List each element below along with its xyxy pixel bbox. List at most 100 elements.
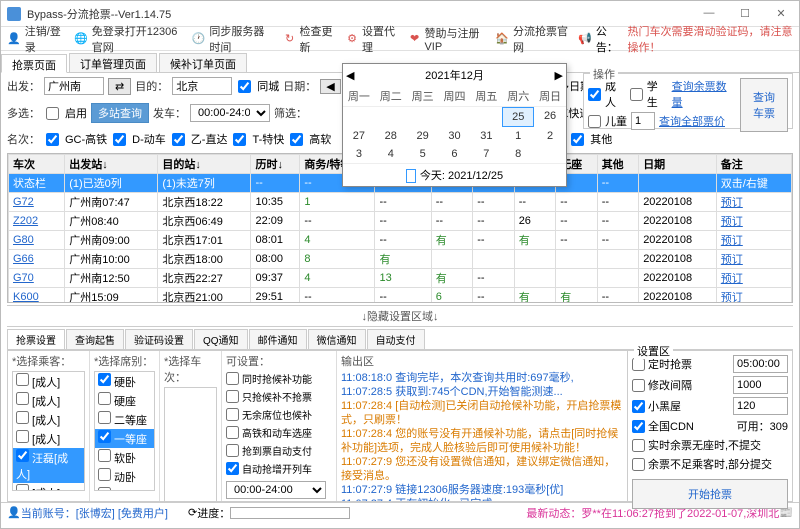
table-row[interactable]: G70广州南12:50北京西22:2709:37413有--20220108预订 xyxy=(9,269,792,288)
btab-1[interactable]: 查询起售 xyxy=(66,329,124,349)
cal-day[interactable] xyxy=(439,107,471,127)
cal-prev[interactable]: ◀ xyxy=(346,69,354,82)
option-item[interactable]: 抢到票自动支付 xyxy=(226,443,332,458)
tb-12306[interactable]: 免登录打开12306官网 xyxy=(92,23,182,55)
table-header[interactable]: 目的站↓ xyxy=(158,155,251,174)
cal-day[interactable]: 3 xyxy=(343,145,375,163)
cal-next[interactable]: ▶ xyxy=(555,69,563,82)
other2-check[interactable] xyxy=(571,133,584,146)
link-all-price[interactable]: 查询全部票价 xyxy=(659,113,725,129)
status-cell[interactable]: -- xyxy=(597,174,639,193)
t-check[interactable] xyxy=(233,133,246,146)
btab-3[interactable]: QQ通知 xyxy=(194,329,248,349)
cdn-check[interactable] xyxy=(632,420,645,433)
table-row[interactable]: K600广州15:09北京西21:0029:51----6--有有--20220… xyxy=(9,288,792,304)
option-item[interactable]: 自动抢增开列车 xyxy=(226,461,332,476)
seat-item[interactable]: 硬座 xyxy=(95,391,154,410)
status-cell[interactable]: -- xyxy=(251,174,300,193)
status-cell[interactable] xyxy=(639,174,717,193)
cal-day[interactable]: 29 xyxy=(407,127,439,145)
enable-check[interactable] xyxy=(46,107,59,120)
cal-day[interactable]: 30 xyxy=(439,127,471,145)
link-ticket-count[interactable]: 查询余票数量 xyxy=(672,78,734,110)
seat-item[interactable]: 无座 xyxy=(95,486,154,491)
tb-sync[interactable]: 同步服务器时间 xyxy=(209,23,273,55)
interval-input[interactable] xyxy=(733,376,788,394)
cal-day[interactable] xyxy=(534,145,566,163)
multi-query-button[interactable]: 多站查询 xyxy=(91,103,149,123)
cal-day[interactable] xyxy=(470,107,502,127)
passenger-list[interactable]: [成人] [成人] [成人] [成人] 汪磊[成人] [成人] [成人] xyxy=(12,371,85,491)
cal-day[interactable]: 4 xyxy=(375,145,407,163)
btab-4[interactable]: 邮件通知 xyxy=(249,329,307,349)
query-button[interactable]: 查询 车票 xyxy=(740,78,788,132)
option-item[interactable]: 高铁和动车选座 xyxy=(226,425,332,440)
remain-check[interactable] xyxy=(632,458,645,471)
child-count[interactable] xyxy=(631,112,655,130)
from-input[interactable] xyxy=(44,77,104,95)
close-button[interactable]: ✕ xyxy=(769,7,793,20)
swap-button[interactable]: ⇄ xyxy=(108,78,131,95)
opt-time[interactable]: 00:00-24:00 xyxy=(226,481,326,499)
table-header[interactable]: 其他 xyxy=(597,155,639,174)
seat-list[interactable]: 硬卧 硬座 二等座 一等座 软卧 动卧 无座 商务座 特等座 xyxy=(94,371,155,491)
tb-login[interactable]: 注销/登录 xyxy=(25,23,64,55)
cal-day[interactable]: 25 xyxy=(502,107,534,127)
z-check[interactable] xyxy=(172,133,185,146)
table-header[interactable]: 历时↓ xyxy=(251,155,300,174)
table-row[interactable]: Z202广州08:40北京西06:4922:09--------26----20… xyxy=(9,212,792,231)
depart-select[interactable]: 00:00-24:00 xyxy=(190,104,270,122)
cal-day[interactable] xyxy=(375,107,407,127)
seat-item[interactable]: 动卧 xyxy=(95,467,154,486)
d-check[interactable] xyxy=(113,133,126,146)
start-button[interactable]: 开始抢票 xyxy=(632,479,788,509)
maximize-button[interactable]: ☐ xyxy=(733,7,757,20)
tb-update[interactable]: 检查更新 xyxy=(299,23,336,55)
table-header[interactable]: 出发站↓ xyxy=(65,155,158,174)
cal-day[interactable]: 28 xyxy=(375,127,407,145)
timed-check[interactable] xyxy=(632,358,645,371)
cal-day[interactable]: 7 xyxy=(470,145,502,163)
table-row[interactable]: G66广州南10:00北京西18:0008:008有20220108预订 xyxy=(9,250,792,269)
interval-check[interactable] xyxy=(632,379,645,392)
seat-item[interactable]: 二等座 xyxy=(95,410,154,429)
cal-day[interactable]: 26 xyxy=(534,107,566,127)
option-item[interactable]: 无余席位也候补 xyxy=(226,407,332,422)
btab-5[interactable]: 微信通知 xyxy=(308,329,366,349)
table-row[interactable]: G80广州南09:00北京西17:0108:014--有--有----20220… xyxy=(9,231,792,250)
passenger-item[interactable]: [成人] xyxy=(13,483,84,491)
status-cell[interactable]: 双击/右键 xyxy=(716,174,791,193)
cal-day[interactable]: 5 xyxy=(407,145,439,163)
tb-vip[interactable]: 赞助与注册VIP xyxy=(424,25,485,53)
status-cell[interactable]: 状态栏 xyxy=(9,174,65,193)
status-cell[interactable]: (1)已选0列 xyxy=(65,174,158,193)
option-item[interactable]: 只抢候补不抢票 xyxy=(226,389,332,404)
passenger-item[interactable]: 汪磊[成人] xyxy=(13,448,84,483)
child-check[interactable] xyxy=(588,115,601,128)
to-input[interactable] xyxy=(172,77,232,95)
table-header[interactable]: 车次 xyxy=(9,155,65,174)
btab-2[interactable]: 验证码设置 xyxy=(125,329,193,349)
same-city-check[interactable] xyxy=(238,80,251,93)
blackroom-input[interactable] xyxy=(733,397,788,415)
cal-today[interactable]: 今天: 2021/12/25 xyxy=(420,170,503,182)
calendar-popup[interactable]: ◀ 2021年12月 ▶ 周一周二周三周四周五周六周日2526272829303… xyxy=(342,63,567,187)
minimize-button[interactable]: — xyxy=(697,7,721,20)
passenger-item[interactable]: [成人] xyxy=(13,372,84,391)
collapse-bar[interactable]: ↓隐藏设置区域↓ xyxy=(7,305,793,327)
cal-day[interactable]: 27 xyxy=(343,127,375,145)
table-header[interactable]: 日期 xyxy=(639,155,717,174)
seat-item[interactable]: 硬卧 xyxy=(95,372,154,391)
cal-day[interactable]: 2 xyxy=(534,127,566,145)
btab-0[interactable]: 抢票设置 xyxy=(7,329,65,349)
seat-item[interactable]: 一等座 xyxy=(95,429,154,448)
timed-input[interactable] xyxy=(733,355,788,373)
gr-check[interactable] xyxy=(290,133,303,146)
train-list[interactable] xyxy=(164,387,217,501)
seat-item[interactable]: 软卧 xyxy=(95,448,154,467)
status-cell[interactable]: (1)未选7列 xyxy=(158,174,251,193)
cal-day[interactable]: 6 xyxy=(439,145,471,163)
cal-day[interactable]: 8 xyxy=(502,145,534,163)
adult-check[interactable] xyxy=(588,88,601,101)
cal-day[interactable]: 31 xyxy=(470,127,502,145)
